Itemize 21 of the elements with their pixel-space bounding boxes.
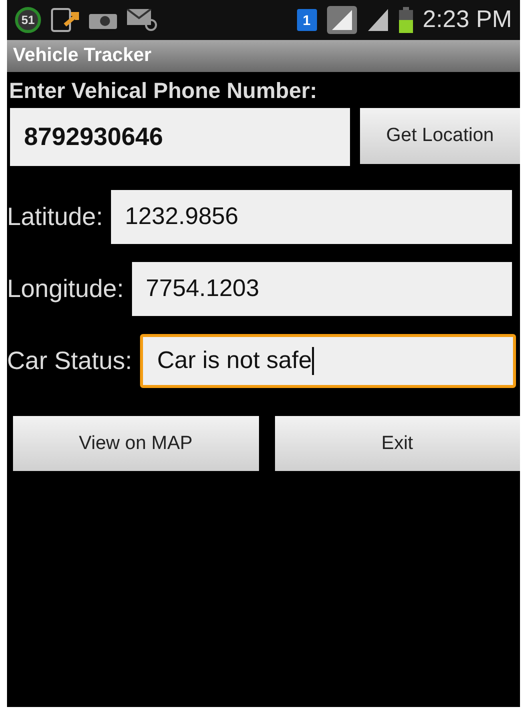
get-location-button[interactable]: Get Location [360,108,520,164]
sim-badge: 1 [296,9,317,31]
action-button[interactable]: View on MAP [13,416,258,471]
phone-input[interactable]: 8792930646 [10,108,350,166]
battery-icon [398,7,413,33]
signal-icon [366,8,389,32]
text-field[interactable]: 1232.9856 [110,190,512,244]
text-field[interactable]: 7754.1203 [132,262,512,316]
text-field[interactable]: Car is not safe [140,334,516,388]
phone-label: Enter Vehical Phone Number: [8,77,318,104]
camera-icon [89,11,117,29]
notification-badge: 51 [15,7,41,33]
app-title: Vehicle Tracker [13,45,152,67]
mail-icon [127,9,157,31]
phone-upload-icon [51,7,79,33]
field-label: Longitude: [7,274,124,304]
field-label: Car Status: [7,346,132,376]
signal-icon [326,6,357,34]
clock-time: 2:23 PM [422,6,512,34]
action-button[interactable]: Exit [274,416,520,471]
field-label: Latitude: [7,202,103,232]
